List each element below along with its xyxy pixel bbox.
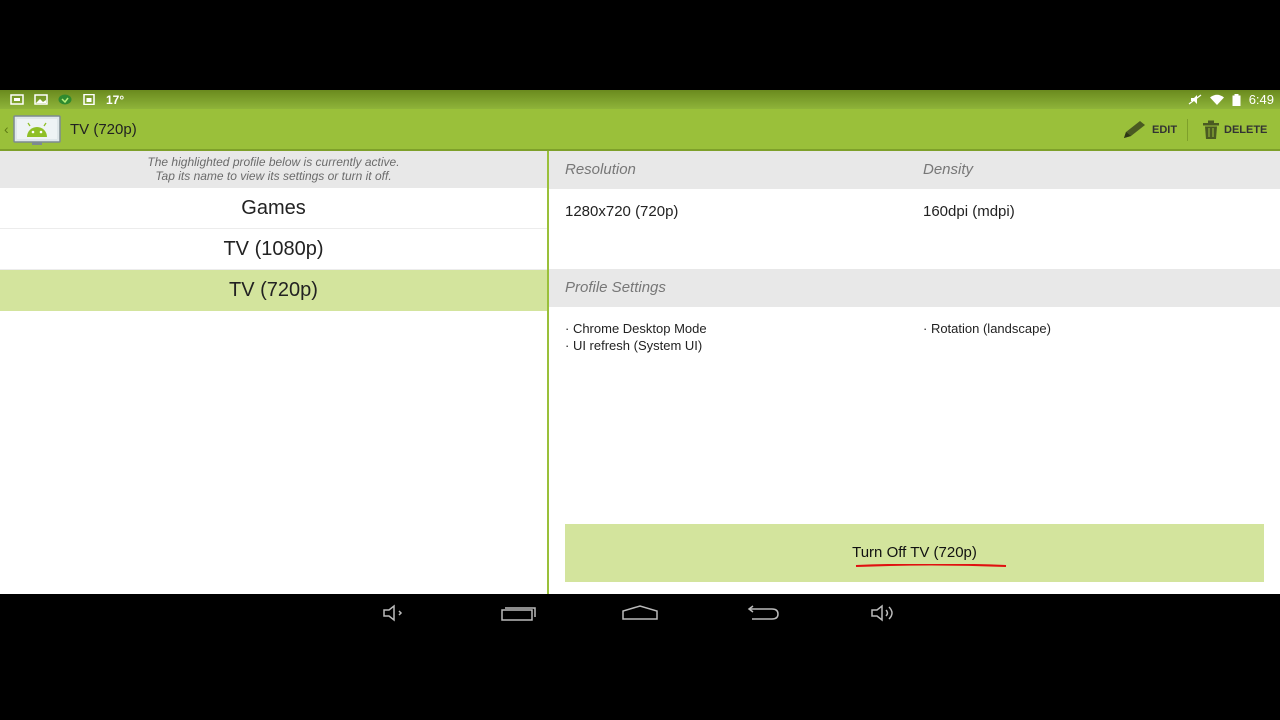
screenshot-icon (10, 94, 24, 105)
profile-item-tv-720p[interactable]: TV (720p) (0, 270, 547, 311)
delete-button[interactable]: DELETE (1202, 119, 1267, 141)
edit-button[interactable]: EDIT (1122, 119, 1177, 141)
temperature: 17° (106, 92, 125, 107)
profile-details-pane: Resolution Density 1280x720 (720p) 160dp… (549, 151, 1280, 594)
red-underline-annotation (855, 564, 1007, 567)
content-area: The highlighted profile below is current… (0, 151, 1280, 594)
wifi-icon (1209, 94, 1224, 105)
action-divider (1187, 119, 1188, 141)
setting-item: · UI refresh (System UI) (565, 338, 703, 353)
edit-label: EDIT (1152, 124, 1178, 136)
gallery-icon (34, 94, 48, 105)
home-button[interactable] (620, 602, 660, 624)
home-icon (622, 605, 658, 620)
turn-off-label: Turn Off TV (720p) (852, 544, 977, 561)
mute-icon (1188, 94, 1202, 105)
setting-item: · Rotation (landscape) (923, 321, 1051, 336)
shield-icon (58, 94, 72, 105)
volume-up-button[interactable] (864, 602, 904, 624)
recent-apps-button[interactable] (498, 602, 538, 624)
navigation-bar (0, 594, 1280, 632)
density-value: 160dpi (mdpi) (923, 203, 1015, 220)
volume-down-button[interactable] (374, 602, 414, 624)
delete-label: DELETE (1224, 124, 1268, 136)
profile-item-games[interactable]: Games (0, 188, 547, 229)
recent-apps-icon (501, 607, 536, 621)
setting-item: · Chrome Desktop Mode (565, 321, 707, 336)
app-logo-tv-icon[interactable] (13, 115, 61, 147)
profile-item-tv-1080p[interactable]: TV (1080p) (0, 229, 547, 270)
profile-list-pane: The highlighted profile below is current… (0, 151, 547, 594)
resolution-density-header: Resolution Density (549, 151, 1280, 189)
profile-hint: The highlighted profile below is current… (0, 151, 547, 188)
status-bar: 17° 6:49 (0, 90, 1280, 109)
hint-line-2: Tap its name to view its settings or tur… (155, 169, 392, 183)
turn-off-button[interactable]: Turn Off TV (720p) (565, 524, 1264, 582)
battery-icon (1232, 93, 1241, 106)
page-title: TV (720p) (70, 121, 137, 138)
sd-card-icon (83, 94, 95, 105)
resolution-header: Resolution (565, 161, 636, 178)
action-bar: ‹ TV (720p) EDIT DELETE (0, 109, 1280, 151)
profile-settings-header: Profile Settings (549, 269, 1280, 307)
up-caret-icon[interactable]: ‹ (4, 121, 9, 137)
volume-up-icon (871, 604, 893, 622)
trash-icon (1203, 120, 1219, 139)
density-header: Density (923, 161, 974, 178)
volume-down-icon (383, 604, 403, 622)
letterbox-bottom (0, 632, 1280, 720)
clock: 6:49 (1248, 92, 1274, 107)
letterbox-top (0, 0, 1280, 90)
pencil-icon (1124, 121, 1145, 138)
back-icon (747, 605, 779, 620)
hint-line-1: The highlighted profile below is current… (147, 155, 400, 169)
back-button[interactable] (742, 602, 782, 624)
resolution-value: 1280x720 (720p) (565, 203, 679, 220)
